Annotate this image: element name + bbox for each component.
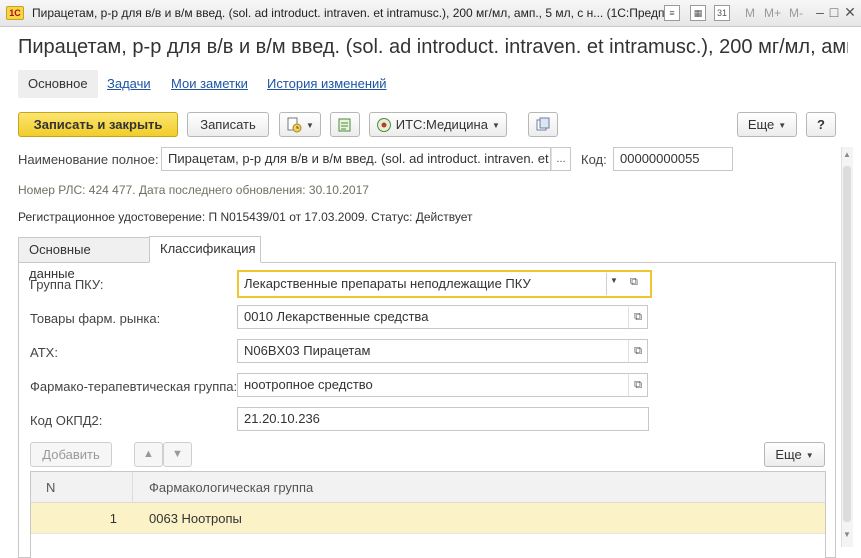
code-label: Код: <box>581 152 607 167</box>
help-button[interactable]: ? <box>806 112 836 137</box>
compare-icon[interactable]: ≡ <box>664 5 680 21</box>
pharm-therapeutic-group-field[interactable]: ноотропное средство <box>237 373 629 397</box>
move-down-icon[interactable]: ▼ <box>163 442 192 467</box>
market-goods-label: Товары фарм. рынка: <box>30 311 161 326</box>
nav-tab-tasks[interactable]: Задачи <box>97 70 161 98</box>
scrollbar-thumb[interactable] <box>843 166 851 522</box>
nav-tab-notes[interactable]: Мои заметки <box>161 70 258 98</box>
window-title: Пирацетам, р-р для в/в и в/м введ. (sol.… <box>32 6 672 20</box>
column-header-pharm-group[interactable]: Фармакологическая группа <box>149 480 313 495</box>
field-divider <box>606 273 607 295</box>
maximize-icon[interactable]: □ <box>826 4 842 20</box>
report-icon <box>337 117 353 133</box>
full-name-label: Наименование полное: <box>18 152 159 167</box>
memory-plus-button[interactable]: M+ <box>764 6 781 20</box>
chevron-down-icon[interactable]: ▼ <box>610 276 618 285</box>
pku-group-value: Лекарственные препараты неподлежащие ПКУ <box>244 276 531 291</box>
pharm-group-open-icon[interactable]: ⧉ <box>628 373 648 397</box>
print-report-button[interactable] <box>330 112 360 137</box>
tab-classification[interactable]: Классификация <box>149 236 261 263</box>
its-icon <box>376 117 392 133</box>
rls-info-text: Номер РЛС: 424 477. Дата последнего обно… <box>18 183 369 197</box>
pku-group-label: Группа ПКУ: <box>30 277 104 292</box>
more-label: Еще <box>747 117 775 132</box>
nav-tab-history[interactable]: История изменений <box>257 70 397 98</box>
app-logo: 1С <box>6 6 24 20</box>
row-number-cell: 1 <box>109 511 117 526</box>
tab-main-data[interactable]: Основные данные <box>18 237 150 281</box>
its-medicine-label: ИТС:Медицина <box>395 117 488 132</box>
column-divider <box>132 472 133 503</box>
table-more-label: Еще <box>775 447 802 462</box>
chevron-down-icon: ▼ <box>306 121 314 131</box>
atx-label: ATX: <box>30 345 58 360</box>
save-button[interactable]: Записать <box>187 112 269 137</box>
pharm-therapeutic-group-label: Фармако-терапевтическая группа: <box>30 379 238 394</box>
close-icon[interactable]: ✕ <box>842 4 858 20</box>
memory-m-button[interactable]: M <box>745 6 755 20</box>
okpd2-field[interactable]: 21.20.10.236 <box>237 407 649 431</box>
scroll-down-icon[interactable]: ▼ <box>843 530 851 539</box>
atx-open-icon[interactable]: ⧉ <box>628 339 648 363</box>
create-based-on-button[interactable]: ▼ <box>279 112 321 137</box>
calendar-icon[interactable]: 31 <box>714 5 730 21</box>
scroll-up-icon[interactable]: ▲ <box>843 150 851 159</box>
code-field[interactable]: 00000000055 <box>613 147 733 171</box>
chevron-down-icon: ▼ <box>491 121 500 131</box>
column-header-n[interactable]: N <box>46 480 55 495</box>
market-goods-open-icon[interactable]: ⧉ <box>628 305 648 329</box>
attachment-icon <box>535 117 551 133</box>
atx-field[interactable]: N06BX03 Пирацетам <box>237 339 629 363</box>
its-medicine-button[interactable]: ИТС:Медицина ▼ <box>369 112 507 137</box>
attachments-button[interactable] <box>528 112 558 137</box>
pharm-group-cell: 0063 Ноотропы <box>149 511 242 526</box>
open-icon[interactable]: ⧉ <box>630 276 638 289</box>
add-row-button[interactable]: Добавить <box>30 442 112 467</box>
chevron-down-icon: ▼ <box>778 121 787 131</box>
document-clock-icon <box>286 117 302 133</box>
form-title: Пирацетам, р-р для в/в и в/м введ. (sol.… <box>18 36 848 58</box>
more-button[interactable]: Еще ▼ <box>737 112 797 137</box>
full-name-field[interactable]: Пирацетам, р-р для в/в и в/м введ. (sol.… <box>161 147 551 171</box>
okpd2-label: Код ОКПД2: <box>30 413 103 428</box>
registration-info-text: Регистрационное удостоверение: П N015439… <box>18 210 473 224</box>
full-name-more-button[interactable]: ... <box>551 147 571 171</box>
chevron-down-icon: ▼ <box>805 451 814 461</box>
market-goods-field[interactable]: 0010 Лекарственные средства <box>237 305 629 329</box>
pku-group-field[interactable]: Лекарственные препараты неподлежащие ПКУ <box>237 270 652 298</box>
nav-tab-main[interactable]: Основное <box>18 70 98 98</box>
calculator-icon[interactable]: ▦ <box>690 5 706 21</box>
table-more-button[interactable]: Еще ▼ <box>764 442 825 467</box>
save-and-close-button[interactable]: Записать и закрыть <box>18 112 178 137</box>
move-up-icon[interactable]: ▲ <box>134 442 163 467</box>
memory-minus-button[interactable]: M- <box>789 6 803 20</box>
row-divider <box>31 533 825 534</box>
